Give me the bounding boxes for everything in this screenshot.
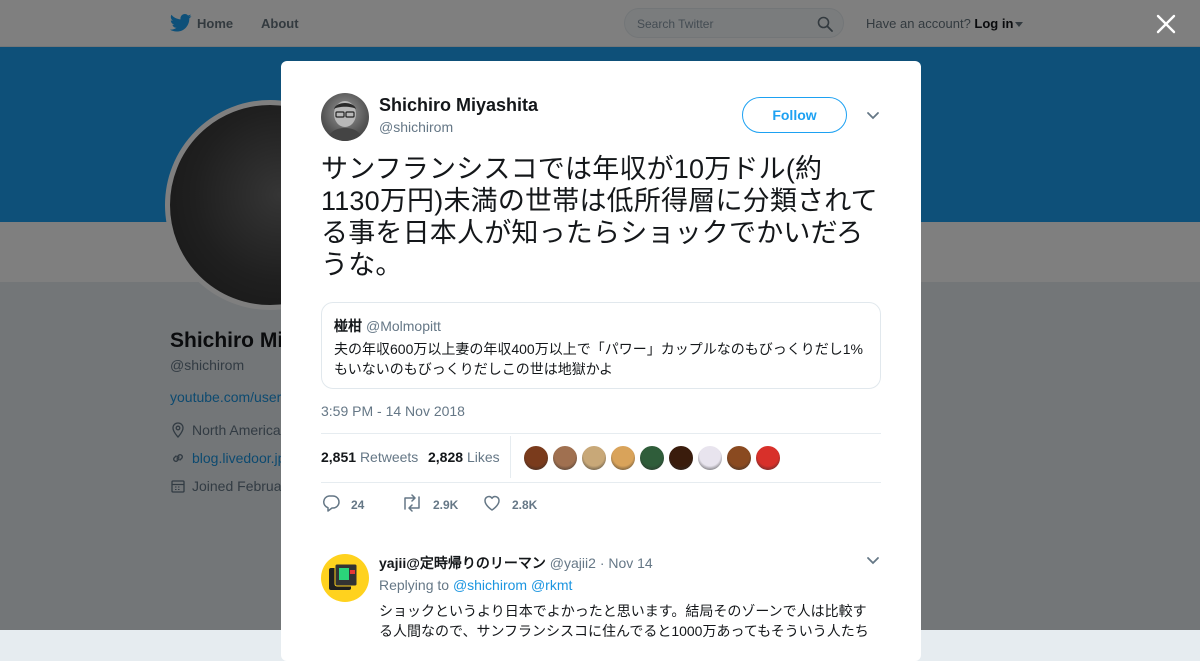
like-count: 2.8K [512, 498, 538, 512]
replying-to: Replying to @shichirom @rkmt [379, 577, 572, 593]
chevron-down-icon[interactable] [866, 111, 880, 121]
follow-button[interactable]: Follow [742, 97, 847, 133]
tweet-text: サンフランシスコでは年収が10万ドル(約1130万円)未満の世帯は低所得層に分類… [321, 154, 878, 280]
reply-author-handle[interactable]: @yajii2 [550, 555, 596, 571]
close-icon[interactable] [1154, 12, 1178, 36]
replying-to-label: Replying to [379, 577, 450, 593]
mention-link[interactable]: @shichirom [453, 577, 527, 593]
retweets-stat[interactable]: 2,851 Retweets [321, 449, 418, 465]
liker-avatar[interactable] [523, 445, 549, 471]
retweets-count: 2,851 [321, 449, 357, 465]
reply-date[interactable]: · Nov 14 [600, 555, 653, 571]
likes-stat[interactable]: 2,828 Likes [428, 449, 500, 465]
reply-text: ショックというより日本でよかったと思います。結局そのゾーンで人は比較する人間なの… [379, 603, 869, 639]
reply-count: 24 [351, 498, 365, 512]
liker-avatar[interactable] [755, 445, 781, 471]
liker-avatar[interactable] [639, 445, 665, 471]
retweet-icon [404, 494, 420, 512]
stats-divider [510, 436, 511, 478]
tweet-stats: 2,851 Retweets 2,828 Likes [321, 433, 881, 483]
quoted-author-name: 椪柑 [334, 318, 362, 334]
reply-header: yajii@定時帰りのリーマン @yajii2 · Nov 14 [379, 553, 653, 573]
liker-avatar[interactable] [552, 445, 578, 471]
author-name[interactable]: Shichiro Miyashita [379, 95, 538, 116]
heart-icon [484, 495, 500, 511]
likes-label: Likes [466, 449, 500, 465]
tweet-timestamp[interactable]: 3:59 PM - 14 Nov 2018 [321, 403, 465, 419]
reply-icon [322, 495, 340, 512]
quoted-tweet[interactable]: 椪柑 @Molmopitt 夫の年収600万以上妻の年収400万以上で「パワー」カ… [321, 302, 881, 389]
chevron-down-icon[interactable] [866, 556, 880, 566]
author-handle[interactable]: @shichirom [379, 119, 453, 135]
liker-avatar[interactable] [581, 445, 607, 471]
tweet-modal: Shichiro Miyashita @shichirom Follow サンフ… [281, 61, 921, 661]
reply-author-name[interactable]: yajii@定時帰りのリーマン [379, 555, 546, 571]
liker-avatar[interactable] [610, 445, 636, 471]
quoted-tweet-text: 夫の年収600万以上妻の年収400万以上で「パワー」カップルなのもびっくりだし1… [334, 341, 863, 377]
author-avatar[interactable] [321, 93, 369, 141]
retweets-label: Retweets [359, 449, 419, 465]
retweet-button[interactable]: 2.9K [401, 493, 458, 513]
reply-button[interactable]: 24 [321, 493, 364, 513]
liker-avatar[interactable] [726, 445, 752, 471]
replies-separator [281, 531, 921, 541]
quoted-author-handle: @Molmopitt [366, 318, 441, 334]
like-button[interactable]: 2.8K [482, 493, 537, 513]
reply-author-avatar[interactable] [321, 554, 369, 602]
likes-count: 2,828 [428, 449, 464, 465]
liker-avatar[interactable] [697, 445, 723, 471]
retweet-count: 2.9K [433, 498, 459, 512]
mention-link[interactable]: @rkmt [531, 577, 572, 593]
liker-avatar[interactable] [668, 445, 694, 471]
